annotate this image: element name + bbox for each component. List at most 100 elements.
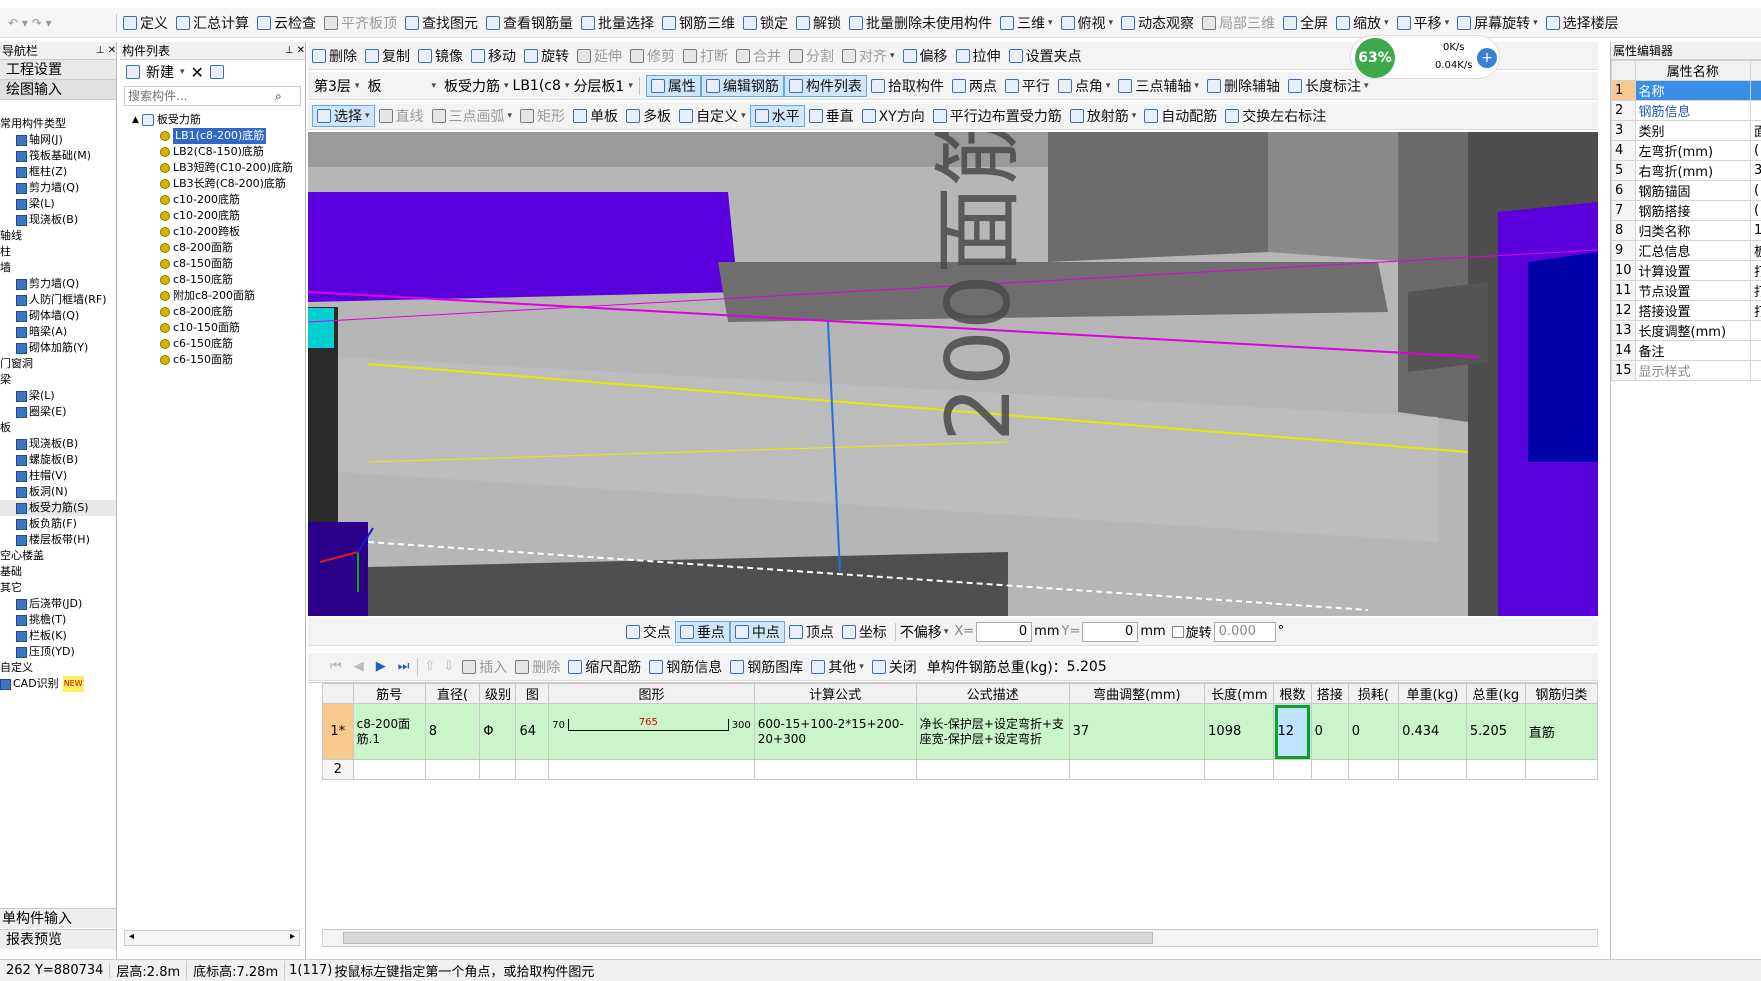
column-header[interactable]: 直径( (424, 683, 481, 704)
shape-cell[interactable] (548, 759, 755, 780)
category-select[interactable]: 板 (367, 76, 427, 96)
horizontal-button[interactable]: 水平 (749, 104, 805, 127)
local-3d-button[interactable]: 局部三维 (1198, 12, 1279, 34)
nav-item[interactable]: 轴线 (0, 228, 116, 244)
nav-item[interactable]: 压顶(YD) (0, 644, 116, 660)
component-tree-item[interactable]: LB1(c8-200)底筋 (160, 128, 305, 144)
nav-item[interactable]: 柱帽(V) (0, 468, 116, 484)
delete-axis-button[interactable]: 删除辅轴 (1203, 75, 1284, 97)
unlock-button[interactable]: 解锁 (792, 12, 845, 34)
cloud-check-button[interactable]: 云检查 (253, 12, 320, 34)
stretch-button[interactable]: 拉伸 (952, 45, 1005, 67)
parallel-button[interactable]: 平行 (1001, 75, 1054, 97)
cell-length[interactable] (1204, 759, 1275, 780)
intersection-snap[interactable]: 交点 (622, 621, 675, 643)
project-settings-button[interactable]: 工程设置 (0, 60, 116, 80)
custom-button[interactable]: 自定义 ▾ (675, 105, 750, 127)
3d-viewport[interactable]: 200面筋:C8 (308, 132, 1598, 616)
component-tree-item[interactable]: c6-150底筋 (160, 336, 305, 352)
component-tree-item[interactable]: c8-150底筋 (160, 272, 305, 288)
rebar-library-button[interactable]: 钢筋图库 (726, 656, 807, 678)
offset-mode-select[interactable]: 不偏移 (900, 622, 942, 642)
nav-item[interactable]: 柱 (0, 244, 116, 260)
property-row[interactable]: 4 左弯折(mm)( (1611, 140, 1761, 161)
column-header[interactable]: 搭接 (1310, 683, 1349, 704)
nav-item[interactable]: CAD识别 NEW (0, 676, 116, 692)
nav-item[interactable]: 门窗洞 (0, 356, 116, 372)
horizontal-scrollbar[interactable]: ◂ ▸ (124, 930, 300, 946)
nav-item[interactable]: 剪力墙(Q) (0, 180, 116, 196)
break-button[interactable]: 打断 (679, 45, 732, 67)
three-point-axis-button[interactable]: 三点辅轴 ▾ (1114, 75, 1203, 97)
pan-button[interactable]: 平移 ▾ (1393, 12, 1454, 34)
auto-rebar-button[interactable]: 自动配筋 (1140, 105, 1221, 127)
coordinate-snap[interactable]: 坐标 (838, 621, 891, 643)
rebar-row[interactable]: 2 (322, 759, 1599, 780)
single-slab-button[interactable]: 单板 (569, 105, 622, 127)
align-button[interactable]: 对齐 ▾ (838, 45, 899, 67)
property-value[interactable]: 打 (1749, 260, 1761, 281)
lock-button[interactable]: 锁定 (739, 12, 792, 34)
close-button[interactable]: 关闭 (868, 656, 921, 678)
cell-formula[interactable] (753, 759, 917, 780)
component-tree-item[interactable]: c10-200跨板 (160, 224, 305, 240)
merge-button[interactable]: 合并 (732, 45, 785, 67)
nav-item[interactable]: 螺旋板(B) (0, 452, 116, 468)
add-icon[interactable]: + (1477, 48, 1497, 68)
cell-desc[interactable] (915, 759, 1070, 780)
cell-unit_w[interactable]: 0.434 (1398, 703, 1467, 760)
nav-item[interactable]: 自定义 (0, 660, 116, 676)
cell-count[interactable]: 12 (1273, 703, 1312, 760)
type-select[interactable]: 板受力筋 (444, 76, 500, 96)
rotate-checkbox[interactable] (1171, 625, 1184, 638)
cell-cat[interactable]: 直筋 (1524, 703, 1599, 760)
property-value[interactable]: 1 (1749, 220, 1761, 241)
column-header[interactable]: 图形 (548, 683, 755, 704)
column-header[interactable]: 长度(mm (1204, 683, 1275, 704)
3d-view-button[interactable]: 三维 ▾ (996, 12, 1057, 34)
component-tree-item[interactable]: c8-150面筋 (160, 256, 305, 272)
vertical-button[interactable]: 垂直 (805, 105, 858, 127)
nav-item[interactable]: 砌体加筋(Y) (0, 340, 116, 356)
batch-delete-unused-button[interactable]: 批量删除未使用构件 (845, 12, 996, 34)
nav-item[interactable]: 后浇带(JD) (0, 596, 116, 612)
property-row[interactable]: 2 钢筋信息 (1611, 100, 1761, 121)
nav-item[interactable]: 现浇板(B) (0, 436, 116, 452)
nav-item[interactable]: 栏板(K) (0, 628, 116, 644)
nav-item[interactable]: 人防门框墙(RF) (0, 292, 116, 308)
table-horizontal-scrollbar[interactable] (322, 929, 1598, 947)
component-select[interactable]: LB1(c8 (513, 78, 561, 94)
component-list-button[interactable]: 构件列表 (783, 74, 867, 97)
property-row[interactable]: 5右弯折(mm)3 (1611, 160, 1761, 181)
property-row[interactable]: 6 钢筋锚固( (1611, 180, 1761, 201)
radial-rebar-button[interactable]: 放射筋 ▾ (1066, 105, 1141, 127)
cell-total_w[interactable]: 5.205 (1465, 703, 1526, 760)
property-row[interactable]: 3类别面 (1611, 120, 1761, 141)
property-value[interactable]: 打 (1749, 280, 1761, 301)
other-button[interactable]: 其他 ▾ (807, 656, 868, 678)
column-header[interactable]: 弯曲调整(mm) (1068, 683, 1206, 704)
cell-loss[interactable]: 0 (1347, 703, 1400, 760)
column-header[interactable]: 图 (515, 683, 550, 704)
nav-item[interactable]: 其它 (0, 580, 116, 596)
multi-slab-button[interactable]: 多板 (622, 105, 675, 127)
pick-component-button[interactable]: 拾取构件 (867, 75, 948, 97)
select-floor-button[interactable]: 选择楼层 (1542, 12, 1623, 34)
cell-desc[interactable]: 净长-保护层+设定弯折+支座宽-保护层+设定弯折 (915, 703, 1070, 760)
shape-cell[interactable]: 70 765 300 (548, 703, 755, 760)
move-up-icon[interactable]: ⇧ (424, 659, 435, 674)
single-component-input-button[interactable]: 单构件输入 (0, 908, 116, 928)
dynamic-orbit-button[interactable]: 动态观察 (1117, 12, 1198, 34)
scale-rebar-button[interactable]: 缩尺配筋 (564, 656, 645, 678)
property-value[interactable]: ( (1749, 140, 1761, 161)
split-button[interactable]: 分割 (785, 45, 838, 67)
column-header[interactable]: 钢筋归类 (1524, 683, 1599, 704)
column-header[interactable]: 损耗( (1347, 683, 1400, 704)
nav-item[interactable]: 基础 (0, 564, 116, 580)
nav-item[interactable]: 框柱(Z) (0, 164, 116, 180)
select-button[interactable]: 选择 ▾ (312, 104, 375, 127)
vertex-snap[interactable]: 顶点 (785, 621, 838, 643)
rotate-button[interactable]: 旋转 (520, 45, 573, 67)
component-tree-item[interactable]: LB3短跨(C10-200)底筋 (160, 160, 305, 176)
cell-fig[interactable]: 64 (515, 703, 550, 760)
